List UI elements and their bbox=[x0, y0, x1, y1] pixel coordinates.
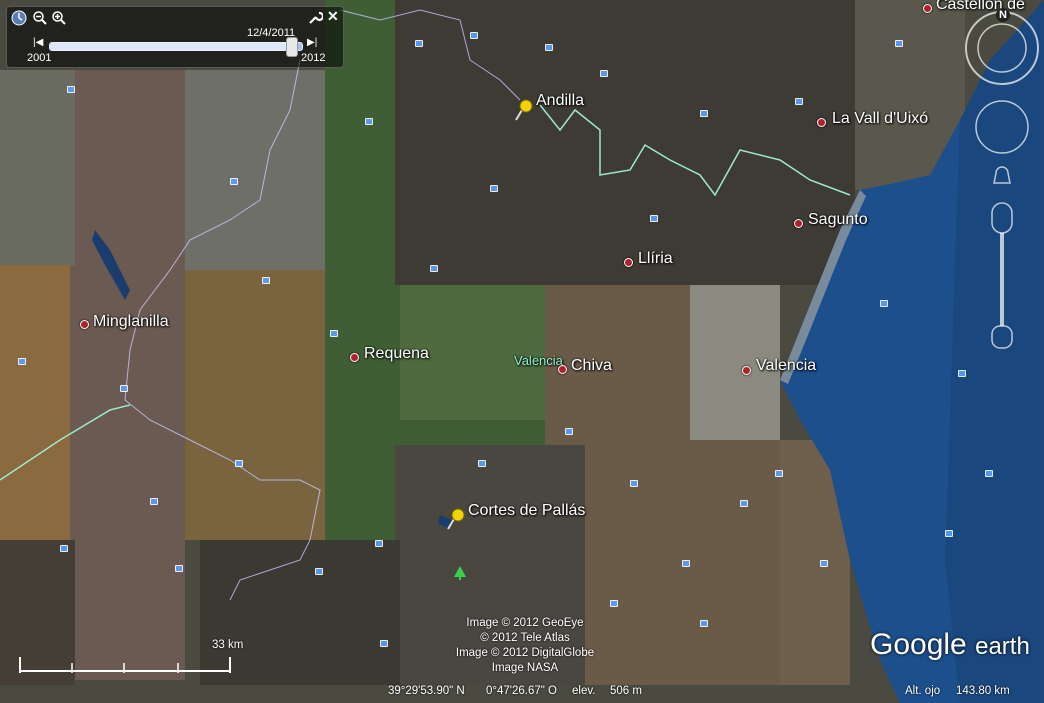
photo-marker[interactable] bbox=[490, 185, 498, 192]
city-dot-chiva bbox=[558, 365, 567, 374]
map-view[interactable]: Castellón de Andilla La Vall d'Uixó Sagu… bbox=[0, 0, 1044, 703]
close-icon[interactable]: ✕ bbox=[327, 8, 339, 25]
photo-marker[interactable] bbox=[650, 215, 658, 222]
credit-line: Image © 2012 GeoEye bbox=[466, 617, 584, 629]
photo-marker[interactable] bbox=[545, 44, 553, 51]
photo-marker[interactable] bbox=[18, 358, 26, 365]
photo-marker[interactable] bbox=[375, 540, 383, 547]
wrench-icon[interactable] bbox=[307, 10, 323, 26]
city-dot-la-vall bbox=[817, 118, 826, 127]
photo-marker[interactable] bbox=[330, 330, 338, 337]
time-slider-track[interactable] bbox=[49, 42, 303, 51]
place-minglanilla[interactable]: Minglanilla bbox=[93, 313, 169, 331]
image-credits: Image © 2012 GeoEye © 2012 Tele Atlas Im… bbox=[430, 616, 620, 676]
city-dot-sagunto bbox=[794, 219, 803, 228]
photo-marker[interactable] bbox=[365, 118, 373, 125]
zoom-in-icon[interactable] bbox=[51, 10, 67, 26]
eye-altitude-value: 143.80 km bbox=[956, 685, 1010, 697]
clock-icon[interactable] bbox=[11, 10, 27, 26]
logo-earth: earth bbox=[975, 633, 1030, 660]
place-lliria[interactable]: Llíria bbox=[638, 250, 673, 268]
north-indicator[interactable]: N bbox=[996, 8, 1010, 22]
city-dot-minglanilla bbox=[80, 320, 89, 329]
photo-marker[interactable] bbox=[175, 565, 183, 572]
latitude-readout: 39°29'53.90" N bbox=[388, 685, 465, 697]
place-valencia[interactable]: Valencia bbox=[756, 357, 816, 375]
city-dot-valencia bbox=[742, 366, 751, 375]
zoom-out-icon[interactable] bbox=[32, 10, 48, 26]
google-earth-logo: Google earth bbox=[870, 628, 1030, 662]
city-dot-lliria bbox=[624, 258, 633, 267]
navigation-controls[interactable] bbox=[962, 8, 1042, 368]
city-dot-requena bbox=[350, 353, 359, 362]
logo-google: Google bbox=[870, 628, 967, 661]
eye-altitude-label: Alt. ojo bbox=[905, 685, 941, 697]
region-valencia: Valencia bbox=[514, 353, 563, 368]
place-requena[interactable]: Requena bbox=[364, 345, 429, 363]
scale-label: 33 km bbox=[212, 639, 244, 651]
pushpin-icon[interactable] bbox=[508, 96, 538, 126]
photo-marker[interactable] bbox=[67, 86, 75, 93]
start-year-label: 2001 bbox=[27, 52, 52, 64]
photo-marker[interactable] bbox=[430, 265, 438, 272]
tree-icon[interactable] bbox=[454, 566, 466, 580]
credit-line: Image NASA bbox=[491, 662, 559, 674]
pushpin-icon[interactable] bbox=[440, 505, 470, 535]
credit-line: Image © 2012 DigitalGlobe bbox=[455, 647, 595, 659]
photo-marker[interactable] bbox=[700, 110, 708, 117]
status-bar: 39°29'53.90" N 0°47'26.67" O elev. 506 m… bbox=[0, 682, 1044, 703]
step-back-button[interactable]: |◀ bbox=[33, 37, 43, 48]
step-forward-button[interactable]: ▶| bbox=[307, 37, 317, 48]
longitude-readout: 0°47'26.67" O bbox=[486, 685, 557, 697]
photo-marker[interactable] bbox=[682, 560, 690, 567]
photo-marker[interactable] bbox=[630, 480, 638, 487]
photo-marker[interactable] bbox=[478, 460, 486, 467]
photo-marker[interactable] bbox=[470, 32, 478, 39]
photo-marker[interactable] bbox=[985, 470, 993, 477]
credit-line: © 2012 Tele Atlas bbox=[480, 632, 570, 644]
place-andilla[interactable]: Andilla bbox=[536, 92, 584, 110]
photo-marker[interactable] bbox=[945, 530, 953, 537]
photo-marker[interactable] bbox=[820, 560, 828, 567]
photo-marker[interactable] bbox=[880, 300, 888, 307]
scale-bar bbox=[19, 657, 231, 673]
photo-marker[interactable] bbox=[380, 640, 388, 647]
time-slider-handle[interactable] bbox=[285, 37, 298, 57]
photo-marker[interactable] bbox=[775, 470, 783, 477]
photo-marker[interactable] bbox=[958, 370, 966, 377]
photo-marker[interactable] bbox=[700, 620, 708, 627]
photo-marker[interactable] bbox=[795, 98, 803, 105]
end-year-label: 2012 bbox=[301, 52, 326, 64]
photo-marker[interactable] bbox=[740, 500, 748, 507]
photo-marker[interactable] bbox=[315, 568, 323, 575]
photo-marker[interactable] bbox=[230, 178, 238, 185]
photo-marker[interactable] bbox=[235, 460, 243, 467]
photo-marker[interactable] bbox=[610, 600, 618, 607]
place-sagunto[interactable]: Sagunto bbox=[808, 211, 868, 229]
time-slider-panel: ✕ 12/4/2011 |◀ ▶| 2001 2012 bbox=[6, 6, 344, 68]
photo-marker[interactable] bbox=[150, 498, 158, 505]
photo-marker[interactable] bbox=[895, 40, 903, 47]
time-slider-fill bbox=[50, 43, 292, 50]
place-cortes[interactable]: Cortes de Pallás bbox=[468, 502, 585, 520]
elevation-value: 506 m bbox=[610, 685, 642, 697]
place-chiva[interactable]: Chiva bbox=[571, 357, 612, 375]
city-dot-castellon bbox=[923, 4, 932, 13]
photo-marker[interactable] bbox=[565, 428, 573, 435]
photo-marker[interactable] bbox=[415, 40, 423, 47]
photo-marker[interactable] bbox=[60, 545, 68, 552]
photo-marker[interactable] bbox=[600, 70, 608, 77]
place-la-vall[interactable]: La Vall d'Uixó bbox=[832, 110, 928, 128]
photo-marker[interactable] bbox=[120, 385, 128, 392]
photo-marker[interactable] bbox=[262, 277, 270, 284]
elevation-label: elev. bbox=[572, 685, 596, 697]
